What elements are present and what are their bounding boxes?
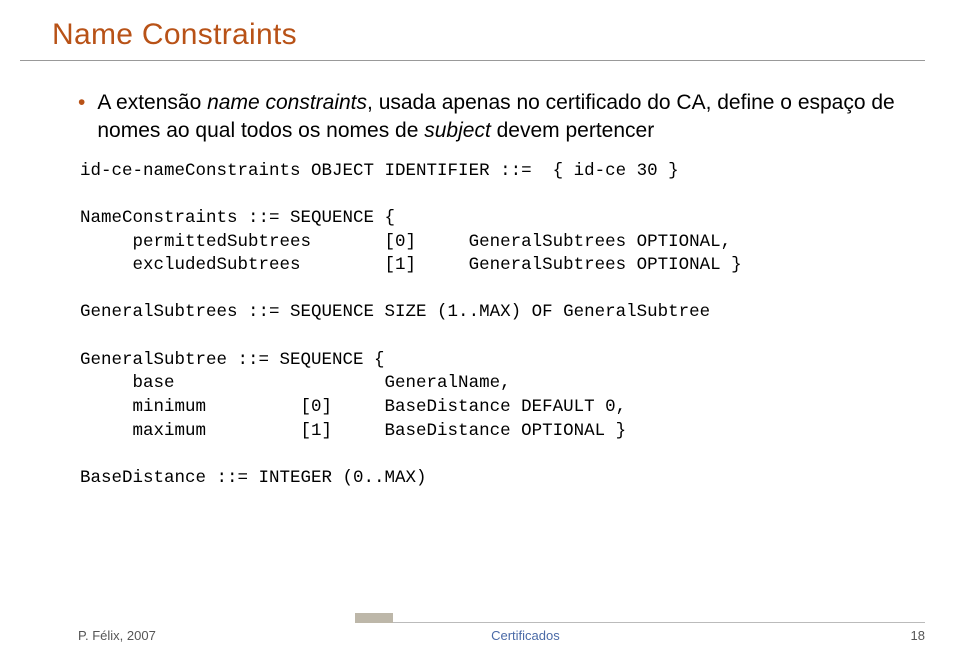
bullet-italic-1: name constraints [207, 91, 367, 114]
footer-topic: Certificados [156, 628, 895, 643]
bullet-text: A extensão name constraints, usada apena… [97, 89, 920, 146]
footer-author: P. Félix, 2007 [78, 628, 156, 643]
footer-deco-block [355, 613, 393, 623]
bullet-text-prefix: A extensão [97, 91, 207, 114]
bullet-item: • A extensão name constraints, usada ape… [78, 89, 920, 146]
footer-decoration [355, 613, 925, 623]
footer-deco-line [355, 622, 925, 623]
bullet-italic-2: subject [424, 119, 491, 142]
slide-title: Name Constraints [0, 0, 960, 58]
footer: P. Félix, 2007 Certificados 18 [0, 628, 960, 643]
content-area: • A extensão name constraints, usada ape… [0, 61, 960, 490]
bullet-marker: • [78, 89, 85, 117]
footer-page-number: 18 [895, 628, 925, 643]
code-block: id-ce-nameConstraints OBJECT IDENTIFIER … [80, 160, 920, 491]
bullet-text-mid2: devem pertencer [491, 119, 654, 142]
